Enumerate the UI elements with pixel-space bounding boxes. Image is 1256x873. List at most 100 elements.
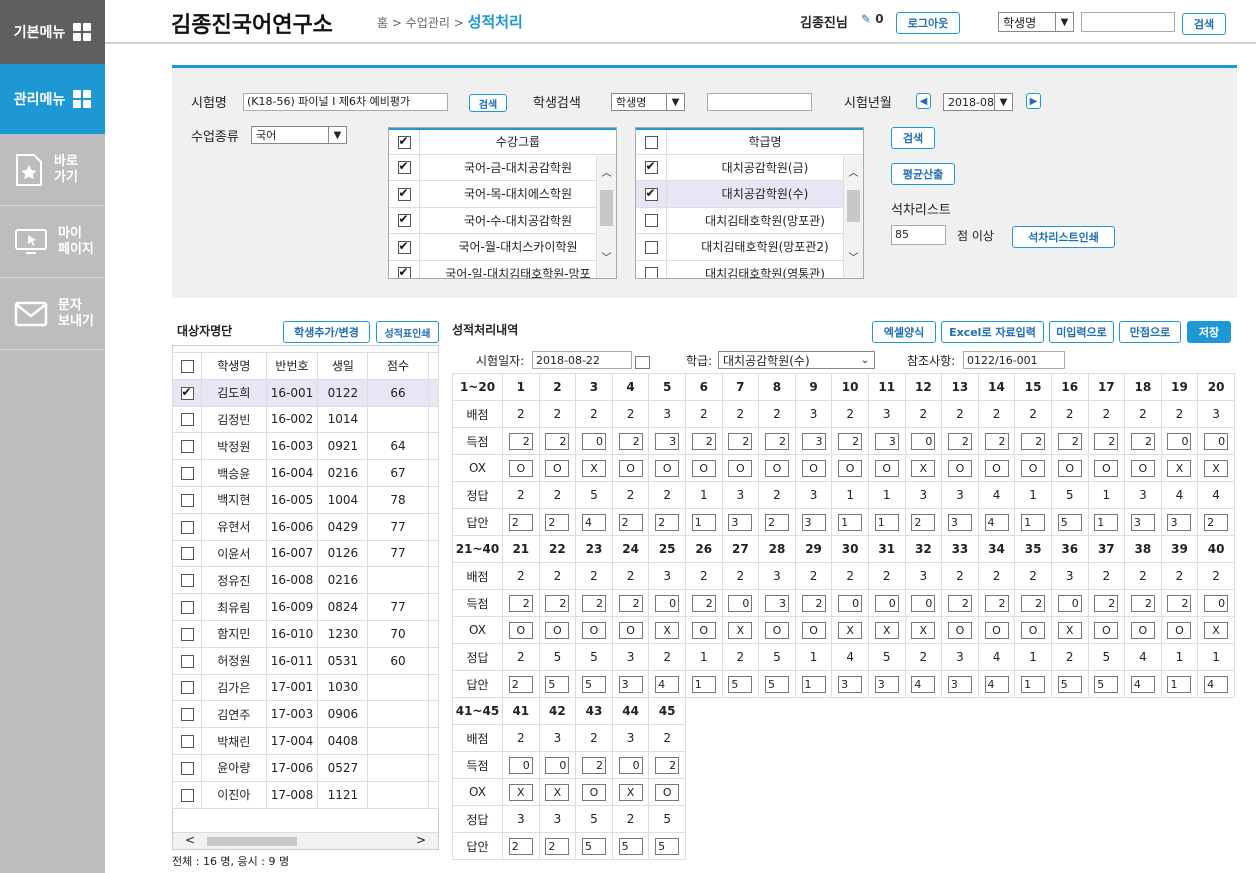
- save-button[interactable]: 저장: [1187, 321, 1231, 343]
- row-checkbox[interactable]: [180, 627, 194, 641]
- answer-input[interactable]: 3: [618, 675, 643, 693]
- answer-input[interactable]: 5: [1094, 675, 1119, 693]
- ox-box[interactable]: X: [911, 459, 936, 477]
- score-input[interactable]: 2: [545, 594, 570, 612]
- row-checkbox[interactable]: [180, 413, 194, 427]
- excel-form-button[interactable]: 엑셀양식: [872, 321, 936, 343]
- reference-input[interactable]: 0122/16-001: [963, 351, 1065, 369]
- score-input[interactable]: 0: [1057, 594, 1082, 612]
- ox-box[interactable]: O: [1021, 621, 1046, 639]
- score-input[interactable]: 2: [947, 594, 972, 612]
- score-input[interactable]: 0: [874, 594, 899, 612]
- answer-input[interactable]: 5: [581, 837, 606, 855]
- answer-input[interactable]: 5: [618, 837, 643, 855]
- table-row[interactable]: 백지현 16-005 1004 78: [171, 485, 440, 514]
- add-student-button[interactable]: 학생추가/변경: [283, 321, 370, 343]
- prev-month-button[interactable]: ◀: [916, 93, 931, 109]
- ox-box[interactable]: X: [618, 783, 643, 801]
- score-input[interactable]: 0: [508, 756, 533, 774]
- score-input[interactable]: 2: [947, 432, 972, 450]
- score-input[interactable]: 0: [1204, 432, 1229, 450]
- scroll-thumb[interactable]: [600, 190, 613, 226]
- ox-box[interactable]: O: [1130, 621, 1155, 639]
- report-print-button[interactable]: 성적표인쇄: [376, 321, 439, 343]
- score-input[interactable]: 2: [1094, 594, 1119, 612]
- answer-input[interactable]: 5: [545, 675, 570, 693]
- chevron-down-icon[interactable]: ﹀: [844, 249, 863, 264]
- crumb-home[interactable]: 홈: [377, 16, 388, 30]
- answer-input[interactable]: 3: [1130, 513, 1155, 531]
- answer-input[interactable]: 4: [655, 675, 680, 693]
- table-row[interactable]: 이진아 17-008 1121: [171, 780, 440, 809]
- score-input[interactable]: 0: [838, 594, 863, 612]
- score-input[interactable]: 2: [508, 432, 533, 450]
- score-input[interactable]: 0: [1204, 594, 1229, 612]
- ox-box[interactable]: X: [911, 621, 936, 639]
- row-checkbox[interactable]: [180, 761, 194, 775]
- answer-input[interactable]: 2: [508, 837, 533, 855]
- row-checkbox[interactable]: [180, 520, 194, 534]
- answer-input[interactable]: 1: [874, 513, 899, 531]
- ox-box[interactable]: O: [545, 459, 570, 477]
- excel-input-button[interactable]: Excel로 자료입력: [941, 321, 1044, 343]
- row-checkbox[interactable]: [180, 735, 194, 749]
- score-input[interactable]: 0: [655, 594, 680, 612]
- ox-box[interactable]: O: [508, 621, 533, 639]
- list-item[interactable]: 국어-월-대치스카이학원: [389, 234, 616, 261]
- list-item[interactable]: 대치김태호학원(망포관): [636, 207, 863, 234]
- answer-input[interactable]: 2: [655, 513, 680, 531]
- list-item[interactable]: 대치김태호학원(망포관2): [636, 234, 863, 261]
- list-item[interactable]: 국어-목-대치에스학원: [389, 181, 616, 208]
- scroll-thumb[interactable]: [207, 837, 297, 846]
- ox-box[interactable]: O: [618, 459, 643, 477]
- score-input[interactable]: 0: [1167, 432, 1192, 450]
- answer-input[interactable]: 1: [801, 675, 826, 693]
- score-input[interactable]: 2: [545, 432, 570, 450]
- ox-box[interactable]: X: [874, 621, 899, 639]
- score-input[interactable]: 0: [545, 756, 570, 774]
- academy-select-all-checkbox[interactable]: [644, 135, 658, 149]
- exam-search-button[interactable]: 검색: [469, 94, 507, 112]
- exam-input[interactable]: (K18-56) 파이널 I 제6차 예비평가: [243, 93, 448, 111]
- score-input[interactable]: 2: [655, 756, 680, 774]
- score-input[interactable]: 3: [764, 594, 789, 612]
- score-input[interactable]: 3: [801, 432, 826, 450]
- row-checkbox[interactable]: [180, 708, 194, 722]
- row-checkbox[interactable]: [180, 574, 194, 588]
- answer-input[interactable]: 3: [838, 675, 863, 693]
- score-input[interactable]: 2: [1094, 432, 1119, 450]
- score-input[interactable]: 2: [838, 432, 863, 450]
- score-input[interactable]: 2: [618, 432, 643, 450]
- chevron-left-icon[interactable]: <: [185, 833, 195, 847]
- sidebar-item-mypage[interactable]: 마이 페이지: [0, 206, 105, 278]
- student-search-input[interactable]: [707, 93, 812, 111]
- answer-input[interactable]: 4: [984, 513, 1009, 531]
- sidebar-item-sms[interactable]: 문자 보내기: [0, 278, 105, 350]
- ox-box[interactable]: O: [984, 621, 1009, 639]
- ox-box[interactable]: O: [618, 621, 643, 639]
- table-row[interactable]: 이윤서 16-007 0126 77: [171, 539, 440, 568]
- ox-box[interactable]: O: [801, 621, 826, 639]
- score-input[interactable]: 3: [874, 432, 899, 450]
- answer-input[interactable]: 4: [1130, 675, 1155, 693]
- item-checkbox[interactable]: [397, 186, 411, 201]
- row-checkbox[interactable]: [180, 654, 194, 668]
- answer-input[interactable]: 3: [947, 675, 972, 693]
- answer-input[interactable]: 5: [1057, 513, 1082, 531]
- select-all-checkbox[interactable]: [180, 359, 194, 373]
- score-input[interactable]: 2: [1167, 594, 1192, 612]
- item-checkbox[interactable]: [644, 159, 658, 175]
- logout-button[interactable]: 로그아웃: [896, 12, 960, 34]
- ox-box[interactable]: X: [1167, 459, 1192, 477]
- table-row[interactable]: 허정원 16-011 0531 60: [171, 646, 440, 675]
- answer-input[interactable]: 1: [838, 513, 863, 531]
- row-checkbox[interactable]: [180, 385, 194, 400]
- notification[interactable]: ✎ 0: [861, 12, 884, 26]
- sidebar-item-shortcut[interactable]: 바로 가기: [0, 134, 105, 206]
- unentered-button[interactable]: 미입력으로: [1049, 321, 1114, 343]
- answer-input[interactable]: 3: [874, 675, 899, 693]
- ox-box[interactable]: X: [838, 621, 863, 639]
- answer-input[interactable]: 5: [764, 675, 789, 693]
- score-input[interactable]: 0: [728, 594, 753, 612]
- ox-box[interactable]: X: [1204, 459, 1229, 477]
